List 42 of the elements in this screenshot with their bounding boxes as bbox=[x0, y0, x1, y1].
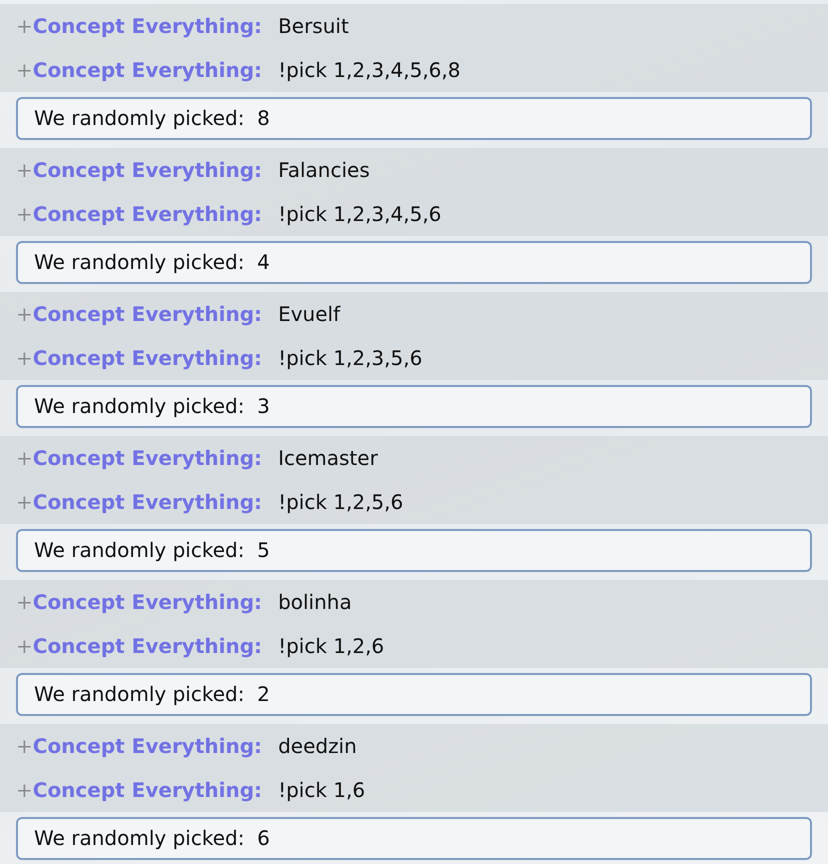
message-text: Bersuit bbox=[278, 14, 349, 38]
username[interactable]: Concept Everything: bbox=[32, 202, 262, 226]
rank-symbol: + bbox=[16, 634, 33, 658]
username[interactable]: Concept Everything: bbox=[32, 14, 262, 38]
username[interactable]: Concept Everything: bbox=[32, 778, 262, 802]
username[interactable]: Concept Everything: bbox=[32, 446, 262, 470]
message-text: !pick 1,6 bbox=[278, 778, 366, 802]
username[interactable]: Concept Everything: bbox=[32, 58, 262, 82]
bot-reply: We randomly picked: 3 bbox=[16, 384, 812, 428]
message-text: !pick 1,2,3,5,6 bbox=[278, 346, 422, 370]
rank-symbol: + bbox=[16, 346, 33, 370]
message-text: !pick 1,2,6 bbox=[278, 634, 384, 658]
message-text: !pick 1,2,5,6 bbox=[278, 490, 404, 514]
username[interactable]: Concept Everything: bbox=[32, 490, 262, 514]
username[interactable]: Concept Everything: bbox=[32, 590, 262, 614]
rank-symbol: + bbox=[16, 490, 33, 514]
rank-symbol: + bbox=[16, 302, 33, 326]
rank-symbol: + bbox=[16, 202, 33, 226]
message-text: deedzin bbox=[278, 734, 357, 758]
username[interactable]: Concept Everything: bbox=[32, 158, 262, 182]
bot-reply: We randomly picked: 6 bbox=[16, 816, 812, 860]
username[interactable]: Concept Everything: bbox=[32, 346, 262, 370]
rank-symbol: + bbox=[16, 778, 33, 802]
username[interactable]: Concept Everything: bbox=[32, 634, 262, 658]
username[interactable]: Concept Everything: bbox=[32, 734, 262, 758]
rank-symbol: + bbox=[16, 14, 33, 38]
rank-symbol: + bbox=[16, 446, 33, 470]
message-text: bolinha bbox=[278, 590, 352, 614]
rank-symbol: + bbox=[16, 590, 33, 614]
rank-symbol: + bbox=[16, 734, 33, 758]
message-text: Icemaster bbox=[278, 446, 378, 470]
rank-symbol: + bbox=[16, 58, 33, 82]
username[interactable]: Concept Everything: bbox=[32, 302, 262, 326]
message-text: !pick 1,2,3,4,5,6 bbox=[278, 202, 442, 226]
message-text: Falancies bbox=[278, 158, 370, 182]
bot-reply: We randomly picked: 5 bbox=[16, 528, 812, 572]
bot-reply: We randomly picked: 4 bbox=[16, 240, 812, 284]
bot-reply: We randomly picked: 8 bbox=[16, 96, 812, 140]
message-text: !pick 1,2,3,4,5,6,8 bbox=[278, 58, 460, 82]
message-text: Evuelf bbox=[278, 302, 340, 326]
rank-symbol: + bbox=[16, 158, 33, 182]
bot-reply: We randomly picked: 2 bbox=[16, 672, 812, 716]
